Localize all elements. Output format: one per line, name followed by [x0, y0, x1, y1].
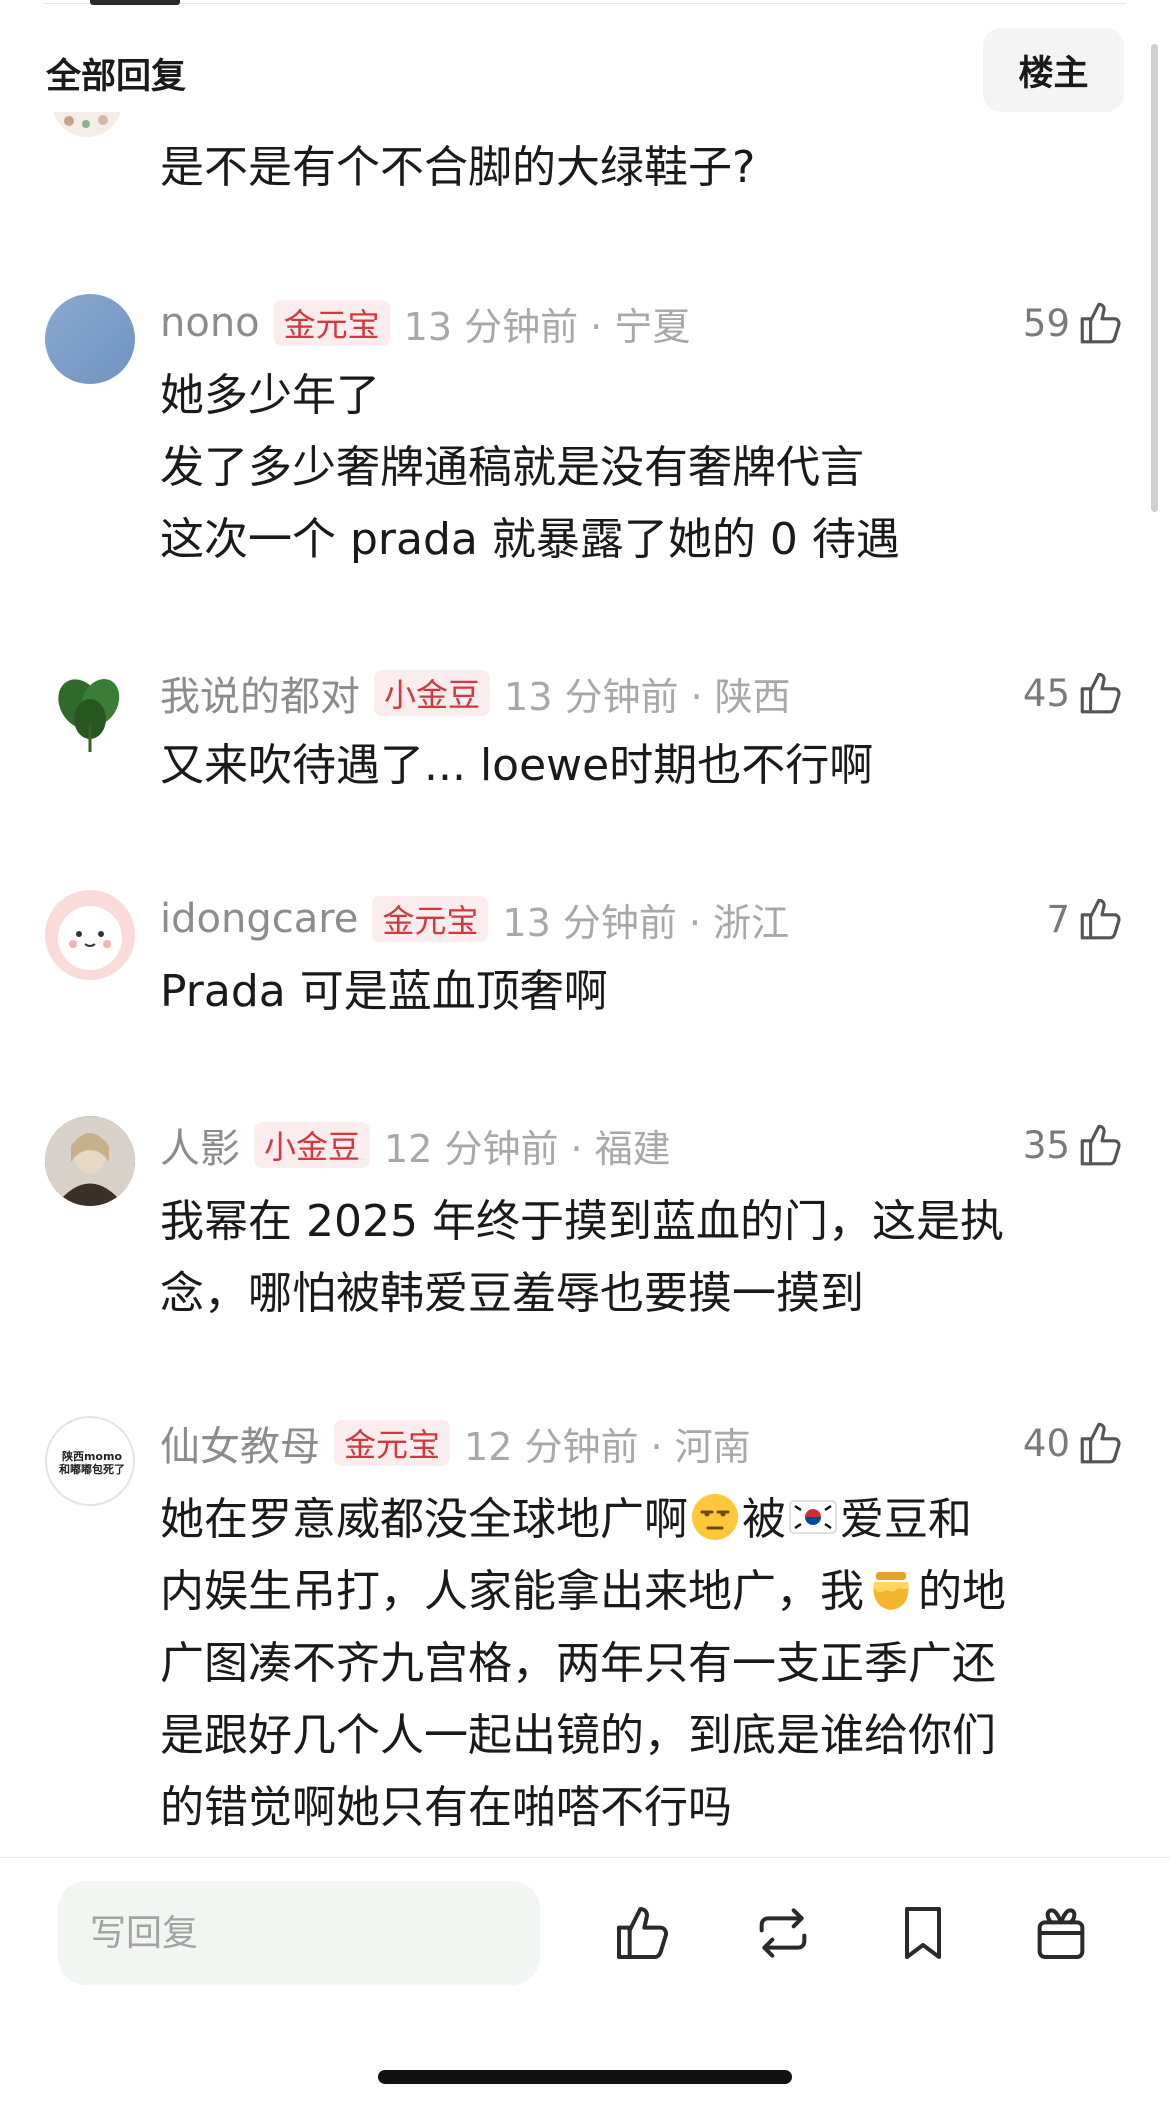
- comment-body: Prada 可是蓝血顶奢啊: [160, 966, 608, 1017]
- honey-pot-emoji-icon: [873, 1572, 909, 1610]
- comment-meta: nono 金元宝 13 分钟前 · 宁夏: [160, 298, 691, 349]
- tab-indicator: [90, 0, 180, 5]
- comment-body: 的错觉啊她只有在啪嗒不行吗: [160, 1782, 732, 1833]
- bottom-action-bar: [0, 1858, 1170, 2112]
- comment-body: 我幂在 2025 年终于摸到蓝血的门，这是执: [160, 1196, 1004, 1247]
- like-button[interactable]: 59: [1023, 295, 1126, 351]
- bookmark-icon[interactable]: [888, 1898, 958, 1968]
- comment-body: 是不是有个不合脚的大绿鞋子?: [160, 142, 756, 193]
- comment-fragment: 爱豆和: [840, 1494, 972, 1545]
- replies-header: 全部回复 楼主: [0, 28, 1170, 116]
- comment-body: 广图凑不齐九宫格，两年只有一支正季广还: [160, 1638, 996, 1689]
- thumbs-up-icon[interactable]: [1076, 1417, 1126, 1469]
- home-indicator: [378, 2070, 792, 2084]
- avatar[interactable]: [45, 294, 135, 384]
- thumbs-up-icon[interactable]: [1076, 297, 1126, 349]
- status-badge: 金元宝: [273, 300, 390, 346]
- comment-body: 念，哪怕被韩爱豆羞辱也要摸一摸到: [160, 1268, 864, 1319]
- status-badge: 小金豆: [254, 1122, 371, 1168]
- comment-meta: 我说的都对 小金豆 13 分钟前 · 陕西: [160, 668, 791, 720]
- comment-body: 她在罗意威都没全球地广啊 被 爱豆和: [160, 1484, 972, 1556]
- like-count: 35: [1022, 1123, 1070, 1167]
- avatar[interactable]: [45, 664, 135, 754]
- comment-meta: 仙女教母 金元宝 12 分钟前 · 河南: [160, 1418, 751, 1470]
- reply-input[interactable]: [58, 1881, 540, 1985]
- timestamp-location: 13 分钟前 · 陕西: [504, 674, 791, 719]
- like-count: 45: [1022, 671, 1070, 715]
- op-only-button[interactable]: 楼主: [983, 28, 1124, 112]
- gift-icon[interactable]: [1026, 1898, 1096, 1968]
- comment-body: 这次一个 prada 就暴露了她的 0 待遇: [160, 514, 900, 565]
- thumbs-up-icon[interactable]: [1076, 893, 1126, 945]
- scrollbar[interactable]: [1151, 44, 1158, 512]
- comment-fragment: 被: [742, 1494, 786, 1545]
- timestamp-location: 12 分钟前 · 福建: [384, 1126, 671, 1171]
- like-button[interactable]: 40: [1023, 1415, 1126, 1471]
- like-count: 59: [1022, 301, 1070, 345]
- top-divider: [44, 3, 1126, 4]
- like-count: 7: [1046, 897, 1070, 941]
- username[interactable]: 我说的都对: [160, 664, 360, 722]
- timestamp-location: 12 分钟前 · 河南: [464, 1424, 751, 1469]
- status-badge: 小金豆: [374, 670, 491, 716]
- comment-meta: idongcare 金元宝 13 分钟前 · 浙江: [160, 894, 790, 945]
- comment-fragment: 的地: [918, 1566, 1006, 1617]
- like-button[interactable]: 45: [1023, 665, 1126, 721]
- username[interactable]: idongcare: [160, 896, 358, 942]
- like-button[interactable]: 35: [1023, 1117, 1126, 1173]
- username[interactable]: 人影: [160, 1116, 240, 1174]
- comment-body: 她多少年了: [160, 370, 380, 421]
- comment-meta: 人影 小金豆 12 分钟前 · 福建: [160, 1120, 671, 1172]
- username[interactable]: 仙女教母: [160, 1414, 320, 1472]
- unamused-emoji-icon: [692, 1494, 738, 1540]
- username[interactable]: nono: [160, 300, 260, 346]
- comment-body: 发了多少奢牌通稿就是没有奢牌代言: [160, 442, 864, 493]
- status-badge: 金元宝: [372, 896, 489, 942]
- comment-body: 又来吹待遇了... loewe时期也不行啊: [160, 740, 874, 791]
- thumbs-up-icon[interactable]: [608, 1898, 678, 1968]
- timestamp-location: 13 分钟前 · 宁夏: [403, 304, 691, 349]
- avatar[interactable]: [52, 112, 122, 157]
- like-count: 40: [1022, 1421, 1070, 1465]
- repost-icon[interactable]: [748, 1898, 818, 1968]
- avatar-text: 和嘟嘟包死了: [59, 1463, 125, 1476]
- page-title: 全部回复: [46, 57, 187, 97]
- like-button[interactable]: 7: [1046, 891, 1126, 947]
- avatar-text: 陕西momo: [61, 1450, 123, 1463]
- avatar[interactable]: [45, 890, 135, 980]
- comment-fragment: 她在罗意威都没全球地广啊: [160, 1494, 688, 1545]
- comment-body: 内娱生吊打，人家能拿出来地广，我 的地: [160, 1556, 1006, 1628]
- comment-body: 是跟好几个人一起出镜的，到底是谁给你们: [160, 1710, 996, 1761]
- avatar[interactable]: 陕西momo 和嘟嘟包死了: [45, 1416, 135, 1506]
- avatar[interactable]: [45, 1116, 135, 1206]
- status-badge: 金元宝: [334, 1420, 451, 1466]
- thumbs-up-icon[interactable]: [1076, 1119, 1126, 1171]
- comment-fragment: 内娱生吊打，人家能拿出来地广，我: [160, 1566, 864, 1617]
- thumbs-up-icon[interactable]: [1076, 667, 1126, 719]
- timestamp-location: 13 分钟前 · 浙江: [502, 900, 790, 945]
- korea-flag-icon: [789, 1500, 837, 1534]
